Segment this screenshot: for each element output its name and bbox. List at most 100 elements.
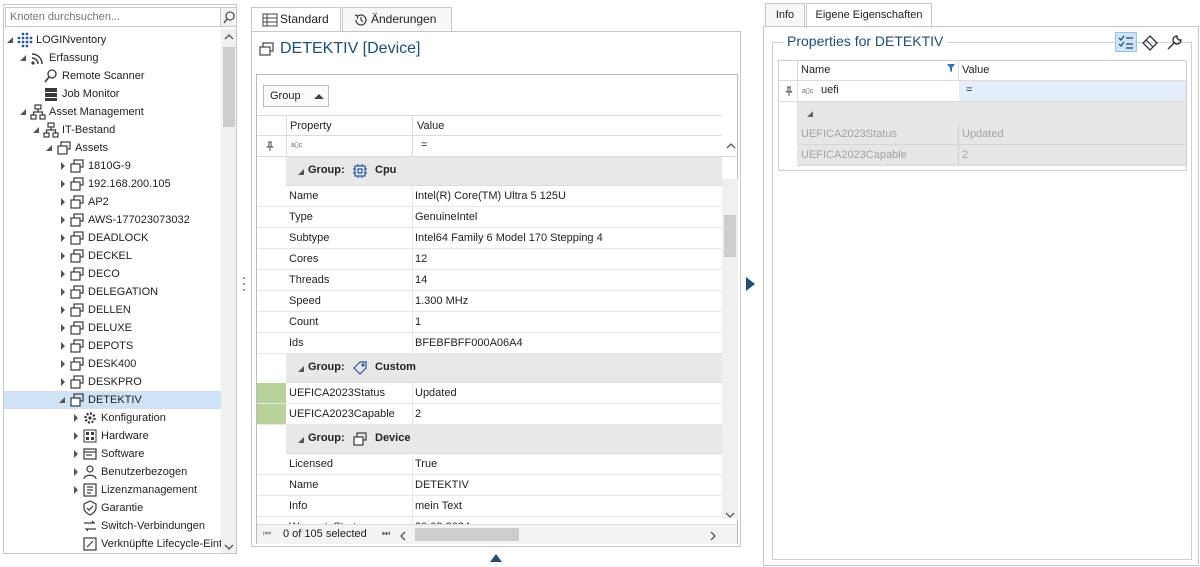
collapsed-arrow-icon[interactable]	[58, 211, 68, 229]
expanded-arrow-icon[interactable]	[6, 31, 16, 49]
collapsed-arrow-icon[interactable]	[58, 175, 68, 193]
collapse-bottom-icon[interactable]	[490, 553, 502, 562]
table-row[interactable]: Info mein Text	[257, 496, 722, 517]
table-row[interactable]: Speed 1.300 MHz	[257, 291, 722, 312]
scroll-right-icon[interactable]	[709, 531, 717, 541]
tree-node[interactable]: Erfassung	[4, 49, 221, 67]
table-row[interactable]: Threads 14	[257, 270, 722, 291]
checklist-toggle-button[interactable]	[1115, 32, 1137, 52]
tree-node[interactable]: AWS-177023073032	[4, 211, 221, 229]
collapsed-arrow-icon[interactable]	[58, 373, 68, 391]
table-row[interactable]: Licensed True	[257, 454, 722, 475]
collapsed-arrow-icon[interactable]	[71, 463, 81, 481]
collapse-group-icon[interactable]	[298, 366, 304, 372]
table-row[interactable]: UEFICA2023Capable 2	[797, 145, 1186, 166]
grid-vertical-scrollbar[interactable]	[722, 179, 738, 519]
collapsed-arrow-icon[interactable]	[71, 481, 81, 499]
group-button[interactable]: Group	[263, 85, 329, 107]
table-row[interactable]: Type GenuineIntel	[257, 207, 722, 228]
tree-node[interactable]: Assets	[4, 139, 221, 157]
tree-node[interactable]: DECO	[4, 265, 221, 283]
tree-node[interactable]: Asset Management	[4, 103, 221, 121]
tree-node[interactable]: IT-Bestand	[4, 121, 221, 139]
table-row[interactable]: Name Intel(R) Core(TM) Ultra 5 125U	[257, 186, 722, 207]
expanded-arrow-icon[interactable]	[19, 103, 29, 121]
name-filter-input[interactable]: uefi	[821, 84, 839, 96]
column-header-property[interactable]: Property	[290, 116, 332, 136]
tree-node[interactable]: Benutzerbezogen	[4, 463, 221, 481]
table-row[interactable]: WarrantyStart 20.08.2024	[257, 517, 722, 524]
tree-node[interactable]: DEPOTS	[4, 337, 221, 355]
filter-value-operator[interactable]: =	[421, 139, 427, 151]
splitter-grip-icon[interactable]	[242, 276, 246, 292]
tree-node[interactable]: Switch-Verbindungen	[4, 517, 221, 535]
collapse-group-icon[interactable]	[298, 169, 304, 175]
collapsed-arrow-icon[interactable]	[71, 409, 81, 427]
tree-node[interactable]: Garantie	[4, 499, 221, 517]
tree-node[interactable]: Konfiguration	[4, 409, 221, 427]
collapsed-arrow-icon[interactable]	[71, 445, 81, 463]
tree-node[interactable]: DEADLOCK	[4, 229, 221, 247]
tab-standard[interactable]: Standard	[251, 7, 341, 33]
expanded-arrow-icon[interactable]	[58, 391, 68, 409]
expanded-arrow-icon[interactable]	[32, 121, 42, 139]
tree-scrollbar[interactable]	[221, 29, 236, 553]
tab-info[interactable]: Info	[765, 3, 805, 27]
table-row[interactable]: UEFICA2023Capable 2	[257, 404, 722, 425]
eraser-icon[interactable]	[1141, 34, 1159, 52]
collapsed-arrow-icon[interactable]	[58, 265, 68, 283]
column-header-value[interactable]: Value	[417, 116, 444, 136]
column-header-name[interactable]: Name	[801, 64, 830, 76]
table-row[interactable]: Ids BFEBFBFF000A06A4	[257, 333, 722, 354]
tree-node[interactable]: LOGINventory	[4, 31, 221, 49]
tree-node[interactable]: DELEGATION	[4, 283, 221, 301]
group-row-cpu[interactable]: Group: Cpu	[286, 157, 722, 186]
last-record-icon[interactable]: ⏭	[382, 528, 390, 539]
tree-scrollbar-thumb[interactable]	[223, 47, 235, 127]
tree-node[interactable]: Job Monitor	[4, 85, 221, 103]
tree-node[interactable]: DECKEL	[4, 247, 221, 265]
grid-scrollbar-thumb[interactable]	[724, 215, 736, 257]
collapsed-arrow-icon[interactable]	[58, 283, 68, 301]
expanded-arrow-icon[interactable]	[19, 49, 29, 67]
group-row-device[interactable]: Group: Device	[286, 425, 722, 454]
tree-node[interactable]: Hardware	[4, 427, 221, 445]
tree-node[interactable]: AP2	[4, 193, 221, 211]
tree-node[interactable]: Software	[4, 445, 221, 463]
scroll-left-icon[interactable]	[399, 531, 407, 541]
collapse-group-icon[interactable]	[807, 111, 813, 117]
tree-node[interactable]: DESKPRO	[4, 373, 221, 391]
collapsed-arrow-icon[interactable]	[58, 193, 68, 211]
value-filter-cell[interactable]: =	[959, 81, 1186, 101]
table-row[interactable]: Name DETEKTIV	[257, 475, 722, 496]
expanded-arrow-icon[interactable]	[45, 139, 55, 157]
table-row[interactable]: Subtype Intel64 Family 6 Model 170 Stepp…	[257, 228, 722, 249]
tree-node[interactable]: Verknüpfte Lifecycle-Eint	[4, 535, 221, 553]
tree-node[interactable]: Lizenzmanagement	[4, 481, 221, 499]
collapse-group-icon[interactable]	[298, 437, 304, 443]
tab-eigene-eigenschaften[interactable]: Eigene Eigenschaften	[806, 3, 932, 28]
collapsed-arrow-icon[interactable]	[71, 427, 81, 445]
tree-node[interactable]: DETEKTIV	[4, 391, 221, 409]
collapsed-arrow-icon[interactable]	[58, 355, 68, 373]
table-row[interactable]: Cores 12	[257, 249, 722, 270]
collapsed-arrow-icon[interactable]	[58, 301, 68, 319]
column-header-value[interactable]: Value	[962, 64, 989, 76]
table-row[interactable]: UEFICA2023Status Updated	[797, 124, 1186, 145]
custom-group-row[interactable]	[797, 102, 1186, 124]
collapsed-arrow-icon[interactable]	[58, 337, 68, 355]
tree-node[interactable]: DELLEN	[4, 301, 221, 319]
tree-search-button[interactable]	[221, 7, 236, 27]
table-row[interactable]: Count 1	[257, 312, 722, 333]
tree-node[interactable]: 192.168.200.105	[4, 175, 221, 193]
scroll-down-icon[interactable]	[725, 511, 735, 519]
grid-horizontal-scrollbar-thumb[interactable]	[415, 528, 519, 541]
table-row[interactable]: UEFICA2023Status Updated	[257, 383, 722, 404]
tree-node[interactable]: DESK400	[4, 355, 221, 373]
first-record-icon[interactable]: ⏮	[263, 528, 271, 539]
tab-aenderungen[interactable]: Änderungen	[342, 7, 452, 32]
filter-icon[interactable]	[947, 64, 955, 72]
tree-node[interactable]: DELUXE	[4, 319, 221, 337]
scroll-up-icon[interactable]	[726, 142, 736, 150]
tree-node[interactable]: Remote Scanner	[4, 67, 221, 85]
